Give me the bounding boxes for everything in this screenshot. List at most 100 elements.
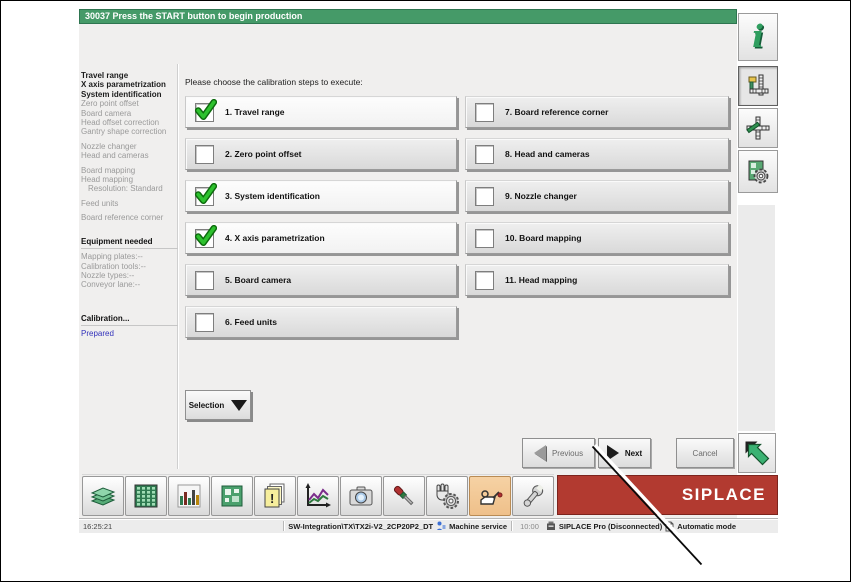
- statusbar-separator: [511, 521, 513, 531]
- previous-button[interactable]: Previous: [522, 438, 595, 468]
- sidebar-line: Board reference corner: [81, 213, 164, 223]
- calibration-step-6[interactable]: 6. Feed units: [185, 306, 457, 338]
- siplace-app-window: 30037 Press the START button to begin pr…: [79, 9, 778, 533]
- user-mode: Machine service: [449, 521, 508, 531]
- gantry-calibration-button[interactable]: [738, 66, 778, 106]
- step-label: 9. Nozzle changer: [505, 191, 577, 201]
- info-button[interactable]: i: [738, 13, 778, 61]
- sidebar-line: Travel range: [81, 71, 129, 80]
- sidebar-line: Calibration...: [81, 314, 178, 327]
- chevron-down-icon: [231, 399, 248, 411]
- calibration-step-4[interactable]: 4. X axis parametrization: [185, 222, 457, 254]
- clock-time: 16:25:21: [83, 521, 113, 531]
- step-label: 11. Head mapping: [505, 275, 578, 285]
- camera-button[interactable]: [340, 476, 382, 516]
- board-stack-button[interactable]: [82, 476, 124, 516]
- feeder-grid-button[interactable]: [125, 476, 167, 516]
- sidebar-line: Mapping plates:--: [81, 252, 143, 262]
- step-label: 3. System identification: [225, 191, 320, 201]
- calibration-step-11[interactable]: 11. Head mapping: [465, 264, 729, 296]
- sidebar-line: Resolution: Standard: [88, 184, 163, 194]
- screenshot-frame: 30037 Press the START button to begin pr…: [0, 0, 851, 582]
- axis-tool-icon: [746, 116, 770, 140]
- step-checkbox[interactable]: [475, 186, 494, 206]
- step-label: 2. Zero point offset: [225, 149, 302, 159]
- sidebar-line: Zero point offset: [81, 99, 139, 109]
- calibration-step-5[interactable]: 5. Board camera: [185, 264, 457, 296]
- steps-column-right: 7. Board reference corner 8. Head and cam…: [465, 96, 729, 306]
- pcb-board-button[interactable]: [211, 476, 253, 516]
- pcb-board-icon: [221, 485, 243, 507]
- sidebar-line: Board mapping: [81, 165, 136, 175]
- error-log-icon: !: [264, 483, 285, 508]
- exit-button[interactable]: [738, 433, 776, 473]
- hand-gear-icon: [436, 483, 459, 509]
- connection-status: SIPLACE Pro (Disconnected): [558, 521, 663, 531]
- siplace-logo: SIPLACE: [681, 485, 766, 504]
- step-checkbox[interactable]: [475, 270, 494, 290]
- next-button-label: Next: [624, 448, 643, 458]
- operator-icon: [436, 521, 446, 531]
- cancel-button-label: Cancel: [692, 448, 718, 458]
- bar-chart-button[interactable]: [168, 476, 210, 516]
- setup-path: SW-Integration\TX\TX2i-V2_2CP20P2_DT: [288, 521, 434, 531]
- step-checkbox[interactable]: [195, 312, 214, 332]
- step-checkbox[interactable]: [195, 270, 214, 290]
- step-label: 5. Board camera: [225, 275, 292, 285]
- cancel-button[interactable]: Cancel: [676, 438, 734, 468]
- bottom-toolbar: !: [82, 474, 554, 516]
- board-gear-icon: [748, 160, 769, 183]
- bar-chart-icon: [177, 484, 201, 508]
- axis-calibration-button[interactable]: [738, 108, 778, 148]
- error-log-button[interactable]: !: [254, 476, 296, 516]
- statusbar: 16:25:21 SW-Integration\TX\TX2i-V2_2CP20…: [79, 518, 778, 533]
- camera-icon: [349, 486, 373, 506]
- calibration-step-2[interactable]: 2. Zero point offset: [185, 138, 457, 170]
- sidebar-line: Board camera: [81, 108, 132, 118]
- board-setup-button[interactable]: [738, 150, 778, 193]
- wrench-icon: [523, 484, 544, 507]
- calibration-prompt: Please choose the calibration steps to e…: [185, 77, 363, 87]
- duration: 10:00: [520, 521, 539, 531]
- step-checkbox[interactable]: [194, 224, 217, 248]
- mode-page-icon: [665, 521, 674, 532]
- gantry-ruler-icon: [748, 74, 769, 96]
- calibration-step-8[interactable]: 8. Head and cameras: [465, 138, 729, 170]
- sidebar-line: Equipment needed: [81, 237, 178, 250]
- step-checkbox[interactable]: [475, 102, 494, 122]
- sidebar-line: Gantry shape correction: [81, 127, 167, 137]
- sidebar-line: Head and cameras: [81, 151, 149, 161]
- step-checkbox[interactable]: [194, 182, 217, 206]
- step-checkbox[interactable]: [195, 144, 214, 164]
- step-checkbox[interactable]: [475, 228, 494, 248]
- arrow-right-icon: [606, 445, 619, 461]
- step-checkbox[interactable]: [475, 144, 494, 164]
- selection-button[interactable]: Selection: [185, 390, 251, 420]
- calibration-step-1[interactable]: 1. Travel range: [185, 96, 457, 128]
- previous-button-label: Previous: [551, 448, 584, 458]
- step-checkbox[interactable]: [194, 98, 217, 122]
- step-label: 6. Feed units: [225, 317, 277, 327]
- step-label: 10. Board mapping: [505, 233, 582, 243]
- sidebar-line: Conveyor lane:--: [81, 280, 141, 290]
- screwdriver-button[interactable]: [383, 476, 425, 516]
- calibration-step-10[interactable]: 10. Board mapping: [465, 222, 729, 254]
- statusbar-separator: [283, 521, 285, 531]
- brand-bar: SIPLACE: [557, 475, 778, 515]
- wrench-button[interactable]: [512, 476, 554, 516]
- hand-gear-button[interactable]: [426, 476, 468, 516]
- calibration-step-9[interactable]: 9. Nozzle changer: [465, 180, 729, 212]
- sidebar-line: System identification: [81, 89, 162, 99]
- steps-column-left: 1. Travel range 2. Zero point offset 3. Sy…: [185, 96, 457, 348]
- status-message-bar: 30037 Press the START button to begin pr…: [79, 9, 737, 24]
- statistics-button[interactable]: [297, 476, 339, 516]
- oil-can-icon: [480, 490, 503, 505]
- operation-mode: Automatic mode: [677, 521, 736, 531]
- selection-button-label: Selection: [188, 400, 225, 410]
- calibration-step-3[interactable]: 3. System identification: [185, 180, 457, 212]
- oil-can-button[interactable]: [469, 476, 511, 516]
- next-button[interactable]: Next: [598, 438, 651, 468]
- calibration-step-7[interactable]: 7. Board reference corner: [465, 96, 729, 128]
- step-label: 7. Board reference corner: [505, 107, 609, 117]
- step-label: 4. X axis parametrization: [225, 233, 325, 243]
